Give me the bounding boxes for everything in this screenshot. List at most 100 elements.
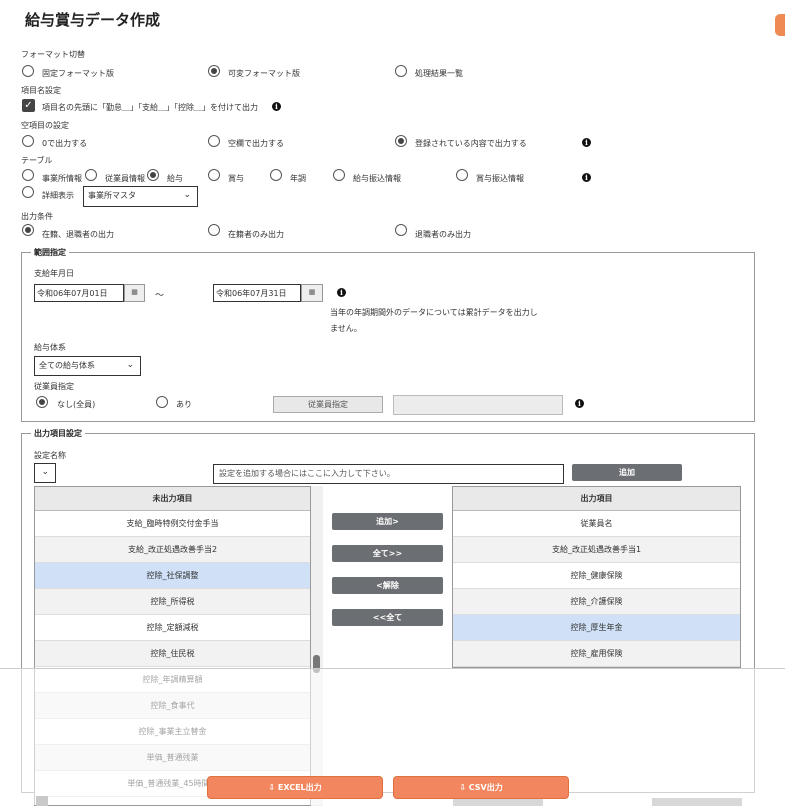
table-option-bonus: 賞与	[228, 174, 244, 183]
date-to-input[interactable]: 令和06年07月31日	[213, 284, 301, 302]
output-list-item[interactable]: 控除_健康保険	[453, 563, 740, 589]
salary-system-value: 全ての給与体系	[39, 361, 95, 370]
unoutput-list-item[interactable]: 控除_住民税	[35, 641, 310, 667]
info-icon[interactable]: i	[272, 102, 281, 111]
empty-option-blank: 空欄で出力する	[228, 139, 284, 148]
setting-name-select[interactable]: ⌄	[34, 463, 56, 483]
item-prefix-label: 項目名の先頭に「勤怠＿」「支給＿」「控除＿」を付けて出力	[42, 103, 258, 112]
csv-output-button[interactable]: ⇩ CSV出力	[393, 776, 569, 799]
format-option-fixed: 固定フォーマット版	[42, 69, 114, 78]
format-radio-results[interactable]	[395, 65, 407, 79]
empty-radio-zero[interactable]	[22, 135, 34, 149]
unoutput-list-item[interactable]: 控除_社保調整	[35, 563, 310, 589]
unoutput-list-item[interactable]: 控除_所得税	[35, 589, 310, 615]
condition-option-retired: 退職者のみ出力	[415, 230, 471, 239]
range-note-line2: ません。	[330, 324, 362, 333]
chevron-down-icon: ⌄	[126, 360, 134, 370]
pay-date-label: 支給年月日	[34, 269, 74, 278]
download-icon: ⇩	[268, 783, 276, 792]
calendar-icon[interactable]: ▦	[124, 284, 145, 302]
excel-output-button[interactable]: ⇩ EXCEL出力	[207, 776, 383, 799]
calendar-icon[interactable]: ▦	[301, 284, 323, 302]
item-prefix-checkbox[interactable]: ✓	[22, 99, 35, 112]
table-radio-employee[interactable]	[85, 169, 97, 183]
employee-radio-yes[interactable]	[156, 396, 168, 410]
employee-radio-none[interactable]	[36, 396, 48, 410]
employee-spec-label: 従業員指定	[34, 382, 74, 391]
empty-option-zero: 0で出力する	[42, 139, 88, 148]
table-option-office: 事業所情報	[42, 174, 82, 183]
output-list-item[interactable]: 控除_雇用保険	[453, 641, 740, 667]
table-radio-bonus-transfer[interactable]	[456, 169, 468, 183]
unoutput-items-header: 未出力項目	[35, 487, 310, 511]
detail-radio[interactable]	[22, 186, 34, 200]
info-icon[interactable]: i	[582, 138, 591, 147]
info-icon[interactable]: i	[337, 288, 346, 297]
table-option-employee: 従業員情報	[105, 174, 145, 183]
format-option-results: 処理結果一覧	[415, 69, 463, 78]
page-title: 給与賞与データ作成	[25, 11, 161, 29]
table-radio-salary-transfer[interactable]	[333, 169, 345, 183]
output-condition-label: 出力条件	[21, 212, 53, 221]
info-icon[interactable]: i	[575, 399, 584, 408]
format-label: フォーマット切替	[21, 50, 85, 59]
setting-name-input[interactable]: 設定を追加する場合にはここに入力して下さい。	[213, 464, 564, 484]
detail-select[interactable]: 事業所マスタ ⌄	[83, 186, 198, 207]
csv-output-label: CSV出力	[468, 783, 503, 792]
condition-radio-all[interactable]	[22, 224, 34, 238]
range-legend: 範囲指定	[31, 247, 69, 258]
remove-button[interactable]: <解除	[332, 577, 443, 594]
date-from-input[interactable]: 令和06年07月01日	[34, 284, 124, 302]
output-list-item[interactable]: 控除_厚生年金	[453, 615, 740, 641]
range-note-line1: 当年の年調期間外のデータについては累計データを出力し	[330, 308, 538, 317]
empty-item-label: 空項目の設定	[21, 121, 69, 130]
table-label: テーブル	[21, 156, 53, 165]
setting-add-button[interactable]: 追加	[572, 464, 682, 481]
format-radio-fixed[interactable]	[22, 65, 34, 79]
range-tilde: ～	[155, 291, 165, 301]
employee-option-none: なし(全員)	[57, 400, 96, 409]
employee-spec-button[interactable]: 従業員指定	[273, 396, 383, 413]
empty-radio-blank[interactable]	[208, 135, 220, 149]
setting-name-label: 設定名称	[34, 451, 66, 460]
condition-radio-active[interactable]	[208, 224, 220, 238]
output-items-legend: 出力項目設定	[31, 428, 85, 439]
output-list-item[interactable]: 支給_改正処遇改善手当1	[453, 537, 740, 563]
table-option-year-end: 年調	[290, 174, 306, 183]
table-radio-bonus[interactable]	[208, 169, 220, 183]
employee-option-yes: あり	[176, 400, 192, 409]
table-radio-office[interactable]	[22, 169, 34, 183]
range-fieldset	[21, 252, 755, 422]
table-option-salary-transfer: 給与振込情報	[353, 174, 401, 183]
remove-all-button[interactable]: <<全て	[332, 609, 443, 626]
output-list-item[interactable]: 従業員名	[453, 511, 740, 537]
employee-spec-field[interactable]	[393, 395, 563, 415]
salary-system-label: 給与体系	[34, 343, 66, 352]
move-add-button[interactable]: 追加>	[332, 513, 443, 530]
side-tab[interactable]	[775, 14, 785, 36]
table-option-salary: 給与	[167, 174, 183, 183]
condition-option-all: 在籍、退職者の出力	[42, 230, 114, 239]
unoutput-list-item[interactable]: 控除_定額減税	[35, 615, 310, 641]
info-icon[interactable]: i	[582, 173, 591, 182]
table-option-bonus-transfer: 賞与振込情報	[476, 174, 524, 183]
item-name-label: 項目名設定	[21, 86, 61, 95]
detail-label: 詳細表示	[42, 191, 74, 200]
output-items-header: 出力項目	[453, 487, 740, 511]
table-radio-salary[interactable]	[147, 169, 159, 183]
empty-radio-registered[interactable]	[395, 135, 407, 149]
condition-option-active: 在籍者のみ出力	[228, 230, 284, 239]
chevron-down-icon: ⌄	[183, 190, 191, 200]
salary-system-select[interactable]: 全ての給与体系 ⌄	[34, 356, 141, 376]
unoutput-list-item[interactable]: 支給_改正処遇改善手当2	[35, 537, 310, 563]
empty-option-registered: 登録されている内容で出力する	[415, 139, 527, 148]
format-radio-variable[interactable]	[208, 65, 220, 79]
output-items-list[interactable]: 出力項目 従業員名 支給_改正処遇改善手当1 控除_健康保険 控除_介護保険 控除_厚生…	[452, 486, 741, 668]
condition-radio-retired[interactable]	[395, 224, 407, 238]
format-option-variable: 可変フォーマット版	[228, 69, 300, 78]
chevron-down-icon: ⌄	[41, 467, 49, 477]
output-list-item[interactable]: 控除_介護保険	[453, 589, 740, 615]
table-radio-year-end[interactable]	[270, 169, 282, 183]
move-all-button[interactable]: 全て>>	[332, 545, 443, 562]
unoutput-list-item[interactable]: 支給_臨時特例交付金手当	[35, 511, 310, 537]
